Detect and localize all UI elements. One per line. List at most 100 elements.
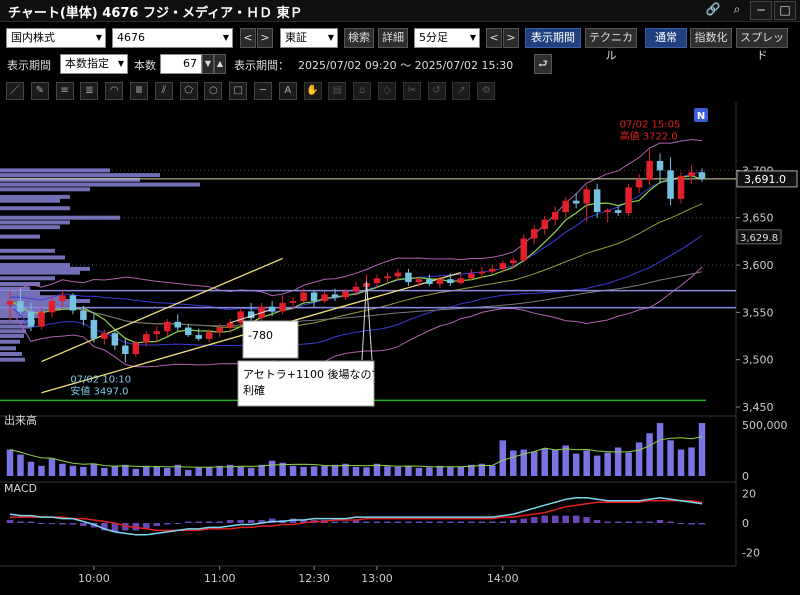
volume-bar [289,465,297,476]
drawing-tool-2[interactable]: ≡ [55,82,74,100]
volume-bar [499,440,507,476]
candle [310,292,318,301]
period-button[interactable]: 表示期間 [525,28,581,48]
drawing-tool-0[interactable]: ／ [6,82,24,100]
macd-tick-label: -20 [742,547,760,560]
candle [300,292,307,301]
return-icon[interactable]: ⮐ [534,54,552,74]
drawing-tool-11[interactable]: A [278,82,297,100]
time-axis: 10:00 11:00 12:30 13:00 14:00 [78,566,519,585]
exchange-value: 東証 [285,31,307,44]
drawing-tool-1[interactable]: ✎ [30,82,49,100]
drawing-tool-14[interactable]: ⌂ [353,82,372,100]
drawing-tool-9[interactable]: □ [229,82,248,100]
macd-histogram-bar [342,521,349,523]
candle [698,172,706,179]
volume-bar [331,464,339,476]
macd-histogram-bar [698,523,706,525]
macd-histogram-bar [373,521,381,523]
candle [499,263,507,269]
volume-bar [510,450,517,476]
macd-histogram-bar [80,523,87,526]
drawing-tool-19[interactable]: ⚙ [477,82,496,100]
macd-tick-label: 0 [742,517,749,530]
candle [17,301,24,312]
spread-button[interactable]: スプレッド [736,28,788,62]
technical-button[interactable]: テクニカル [585,28,637,62]
chart-area[interactable]: 出来高500,0000 MACD200-20 3,7003,6503,6003,… [0,102,800,595]
drawing-tool-10[interactable]: ─ [254,82,272,100]
drawing-tool-17[interactable]: ↺ [427,82,446,100]
volume-bar [457,466,465,476]
drawing-tool-5[interactable]: Ⅲ [130,82,148,100]
note-loss-text: -780 [248,329,273,342]
candle [447,279,454,284]
count-input[interactable]: 67 [160,54,202,74]
macd-histogram-bar [447,521,454,523]
candle [80,310,87,320]
volume-bar [27,461,35,476]
volume-bar [530,451,538,476]
prev-button[interactable]: < [240,28,256,48]
minimize-button[interactable]: ─ [750,1,772,20]
drawing-tool-15[interactable]: ◇ [378,82,396,100]
toolbar-row-1: 国内株式 ▼ 4676 ▼ < > 東証 ▼ 検索 詳細 5分足 ▼ < > 表示期間 … [0,28,800,62]
period-mode-select[interactable]: 本数指定 ▼ [60,54,128,74]
interval-select[interactable]: 5分足 ▼ [414,28,480,48]
volume-bars: 出来高 500,000 0 [4,413,788,483]
count-down-button[interactable]: ▼ [202,54,214,74]
candle [48,301,56,313]
count-label: 本数 [134,59,156,72]
candle [635,179,643,188]
macd-histogram-bar [530,517,538,523]
note-profit-pointer-2 [365,281,373,361]
detail-button[interactable]: 詳細 [378,28,408,48]
macd-histogram-bar [59,523,66,525]
market-select[interactable]: 国内株式 ▼ [6,28,106,48]
next-interval-button[interactable]: > [503,28,519,48]
candle [520,238,528,261]
volume-bar [593,455,601,476]
drawing-tool-16[interactable]: ✂ [402,82,421,100]
drawing-tool-7[interactable]: ⬠ [179,82,198,100]
maximize-button[interactable]: □ [774,1,796,20]
exchange-select[interactable]: 東証 ▼ [280,28,338,48]
drawing-tool-13[interactable]: ▤ [328,82,347,100]
gridlines [0,102,737,567]
macd-histogram-bar [541,515,548,523]
macd-histogram-bar [457,521,465,523]
prev-interval-button[interactable]: < [486,28,502,48]
volume-bar [604,452,611,476]
count-up-button[interactable]: ▲ [214,54,226,74]
candle [489,268,496,272]
macd-histogram-bar [499,521,507,523]
drawing-tool-8[interactable]: ○ [204,82,223,100]
candle [530,229,538,239]
profile-bar [0,168,110,173]
macd-histogram-bar [468,521,475,523]
index-button[interactable]: 指数化 [690,28,732,48]
drawing-tool-12[interactable]: ✋ [303,82,322,100]
candle [562,200,569,213]
drawing-tool-6[interactable]: ⫽ [154,82,173,100]
code-select[interactable]: 4676 ▼ [112,28,233,48]
next-button[interactable]: > [257,28,273,48]
profile-bar [0,220,70,225]
volume-bar [90,463,98,476]
macd-histogram-bar [520,518,528,523]
normal-button[interactable]: 通常 [645,28,687,48]
price-tick-label: 3,500 [742,354,774,367]
search-button[interactable]: 検索 [344,28,374,48]
drawing-tool-3[interactable]: ≣ [80,82,99,100]
search-icon[interactable]: ⌕ [726,1,748,20]
volume-bar [153,466,161,476]
candle [646,160,653,180]
drawing-tool-18[interactable]: ↗ [452,82,471,100]
macd-histogram-bar [27,521,35,523]
candle [184,327,192,336]
drawing-tool-4[interactable]: ◠ [105,82,124,100]
chevron-down-icon: ▼ [117,59,124,68]
profile-bar [0,334,24,339]
link-icon[interactable]: 🔗 [702,1,724,20]
macd-histogram-bar [164,523,171,525]
